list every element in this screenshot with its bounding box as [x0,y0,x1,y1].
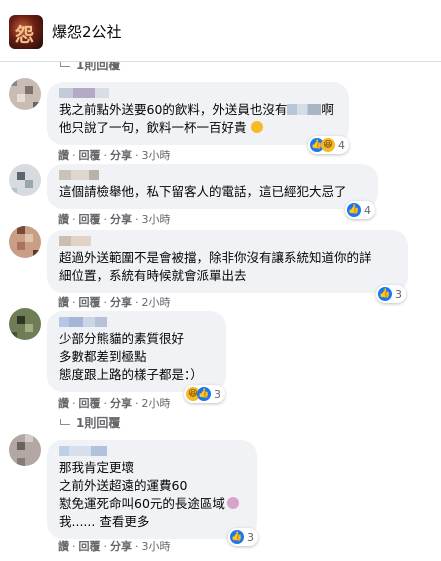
commenter-name-blurred[interactable] [59,170,366,181]
share-action[interactable]: 分享 [110,397,132,410]
commenter-avatar[interactable] [9,308,41,340]
like-action[interactable]: 讚 [58,149,69,162]
comment-actions: 讚 · 回覆 · 分享 · 3小時 [58,213,171,226]
view-replies-link[interactable]: 1則回覆 [60,414,120,431]
reply-action[interactable]: 回覆 [79,149,101,162]
reply-action[interactable]: 回覆 [79,213,101,226]
comment-bubble: 那我肯定更壞 之前外送超遠的運費60 懟免運死命叫60元的長途區域 我.....… [47,440,257,539]
comment-bubble: 少部分熊貓的素質很好 多數都差到極點 態度跟上路的樣子都是：） [47,311,226,392]
like-action[interactable]: 讚 [58,296,69,309]
share-action[interactable]: 分享 [110,213,132,226]
reaction-summary[interactable]: 👍 4 [345,201,375,219]
share-action[interactable]: 分享 [110,149,132,162]
comment-actions: 讚 · 回覆 · 分享 · 2小時 [58,296,171,309]
comment-time[interactable]: 2小時 [142,397,171,410]
reaction-summary[interactable]: 😆 👍 3 [184,385,225,403]
person-emoji-icon [226,497,239,509]
comment-text-line: 少部分熊貓的素質很好 [59,331,185,346]
comment-time[interactable]: 3小時 [142,540,171,553]
like-action[interactable]: 讚 [58,213,69,226]
like-action[interactable]: 讚 [58,540,69,553]
reaction-summary[interactable]: 👍 3 [228,528,258,546]
reaction-summary[interactable]: 👍 😆 4 [308,136,349,154]
commenter-name-blurred[interactable] [59,446,245,457]
like-reaction-icon: 👍 [347,203,361,217]
group-logo-mark: 怨 [15,24,35,46]
like-reaction-icon: 👍 [378,287,392,301]
group-header: 怨 爆怨2公社 [0,0,441,62]
see-more-line[interactable]: 我...... 查看更多 [59,513,245,531]
comment-time[interactable]: 3小時 [142,213,171,226]
comment-actions: 讚 · 回覆 · 分享 · 3小時 [58,540,171,553]
reply-elbow-icon [60,419,70,425]
comment-text-line: 多數都差到極點 [59,349,147,364]
like-reaction-icon: 👍 [197,387,211,401]
comment-text-line: 之前外送超遠的運費60 [59,478,188,493]
reply-action[interactable]: 回覆 [79,296,101,309]
comment-time[interactable]: 3小時 [142,149,171,162]
comment-text-line: 懟免運死命叫60元的長途區域 [59,495,245,513]
comment-text-line: 我之前點外送要60的飲料，外送員也沒有啊 [59,102,334,117]
like-action[interactable]: 讚 [58,397,69,410]
reaction-summary[interactable]: 👍 3 [376,285,406,303]
haha-reaction-icon: 😆 [321,138,335,152]
comment-bubble: 這個請檢舉他，私下留客人的電話，這已經犯大忌了 [47,164,378,209]
comment-bubble: 我之前點外送要60的飲料，外送員也沒有啊 他只說了一句，飲料一杯一百好貴 [47,82,349,145]
commenter-name-blurred[interactable] [59,317,214,328]
comment-text-line: 態度跟上路的樣子都是：） [59,367,203,382]
reaction-count: 3 [247,530,254,544]
reaction-count: 3 [214,387,221,401]
comment-text-line: 那我肯定更壞 [59,460,135,475]
group-avatar[interactable]: 怨 [9,15,43,49]
comment-actions: 讚 · 回覆 · 分享 · 2小時 [58,397,171,410]
reply-action[interactable]: 回覆 [79,397,101,410]
share-action[interactable]: 分享 [110,296,132,309]
laughing-emoji-icon [250,121,263,133]
comment-text-line: 他只說了一句，飲料一杯一百好貴 [59,119,337,137]
comment-text-line: 細位置，系統有時候就會派單出去 [59,268,247,283]
reaction-count: 3 [395,287,402,301]
commenter-name-blurred[interactable] [59,88,337,99]
commenter-name-blurred[interactable] [59,236,396,247]
reaction-count: 4 [364,203,371,217]
comment-actions: 讚 · 回覆 · 分享 · 3小時 [58,149,171,162]
commenter-avatar[interactable] [9,78,41,110]
group-name[interactable]: 爆怨2公社 [52,21,122,42]
like-reaction-icon: 👍 [230,530,244,544]
reply-action[interactable]: 回覆 [79,540,101,553]
comment-text-line: 超過外送範圍不是會被擋，除非你沒有讓系統知道你的詳 [59,250,372,265]
comment-bubble: 超過外送範圍不是會被擋，除非你沒有讓系統知道你的詳 細位置，系統有時候就會派單出… [47,230,408,293]
commenter-avatar[interactable] [9,434,41,466]
redacted-name [287,104,322,115]
comment-time[interactable]: 2小時 [142,296,171,309]
commenter-avatar[interactable] [9,164,41,196]
share-action[interactable]: 分享 [110,540,132,553]
reaction-count: 4 [338,138,345,152]
view-replies-label: 1則回覆 [76,416,121,430]
comment-text-line: 這個請檢舉他，私下留客人的電話，這已經犯大忌了 [59,184,347,199]
commenter-avatar[interactable] [9,226,41,258]
